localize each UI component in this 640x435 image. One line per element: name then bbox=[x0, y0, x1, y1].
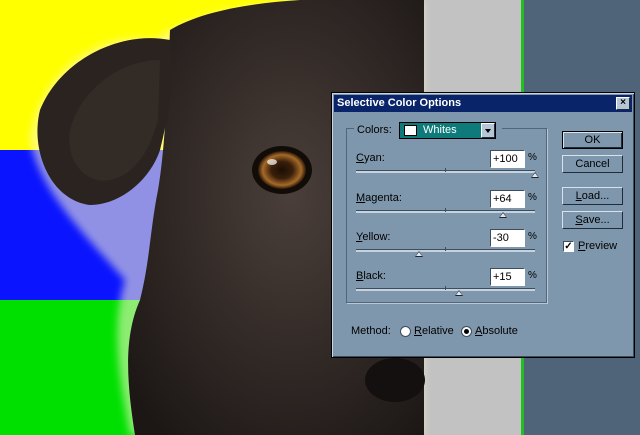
slider-center-tick bbox=[445, 286, 446, 290]
slider-center-tick bbox=[445, 208, 446, 212]
slider-label: Yellow: bbox=[356, 231, 390, 243]
slider-label: Magenta: bbox=[356, 192, 402, 204]
slider-label: Cyan: bbox=[356, 152, 385, 164]
absolute-radio[interactable] bbox=[461, 326, 472, 337]
slider-label-rest: yan: bbox=[363, 152, 385, 164]
selective-color-dialog: Selective Color Options × Colors: Whites… bbox=[331, 92, 635, 358]
radio-selected-dot bbox=[464, 329, 469, 334]
close-button[interactable]: × bbox=[616, 97, 630, 110]
chevron-down-icon[interactable] bbox=[481, 123, 495, 138]
slider-yellow: Yellow: -30 % bbox=[356, 229, 542, 269]
relative-initial: R bbox=[414, 325, 422, 337]
percent-unit: % bbox=[528, 231, 537, 242]
relative-radio[interactable] bbox=[400, 326, 411, 337]
preview-checkbox[interactable]: ✓ bbox=[563, 241, 574, 252]
dialog-title: Selective Color Options bbox=[337, 97, 462, 109]
load-button[interactable]: Load... bbox=[562, 187, 623, 205]
magenta-slider-thumb[interactable] bbox=[498, 212, 507, 218]
dialog-titlebar[interactable]: Selective Color Options × bbox=[334, 95, 632, 112]
black-value-input[interactable]: +15 bbox=[490, 268, 525, 286]
preview-label: Preview bbox=[578, 240, 617, 252]
cancel-button[interactable]: Cancel bbox=[562, 155, 623, 173]
slider-black: Black: +15 % bbox=[356, 268, 542, 308]
preview-rest: review bbox=[585, 240, 618, 252]
magenta-value-input[interactable]: +64 bbox=[490, 190, 525, 208]
slider-center-tick bbox=[445, 247, 446, 251]
slider-center-tick bbox=[445, 168, 446, 172]
slider-label-rest: lack: bbox=[363, 270, 386, 282]
ok-button[interactable]: OK bbox=[562, 131, 623, 149]
close-icon: × bbox=[620, 97, 626, 108]
slider-label-rest: agenta: bbox=[365, 192, 402, 204]
percent-unit: % bbox=[528, 270, 537, 281]
slider-cyan: Cyan: +100 % bbox=[356, 150, 542, 190]
cyan-slider-thumb[interactable] bbox=[531, 172, 539, 178]
method-label: Method: bbox=[351, 325, 391, 337]
absolute-rest: bsolute bbox=[482, 325, 518, 337]
cyan-value-input[interactable]: +100 bbox=[490, 150, 525, 168]
colors-dropdown[interactable]: Whites bbox=[399, 122, 496, 139]
colors-row: Colors: Whites bbox=[354, 122, 502, 139]
load-rest: oad... bbox=[581, 190, 610, 202]
relative-rest: elative bbox=[421, 325, 454, 337]
percent-unit: % bbox=[528, 192, 537, 203]
slider-label-initial: M bbox=[356, 192, 366, 204]
checkmark-icon: ✓ bbox=[564, 241, 573, 252]
color-swatch bbox=[404, 125, 417, 136]
yellow-slider-thumb[interactable] bbox=[414, 251, 423, 257]
colors-label: Colors: bbox=[357, 124, 392, 136]
absolute-label: Absolute bbox=[475, 325, 518, 337]
black-slider-thumb[interactable] bbox=[454, 290, 463, 296]
save-button[interactable]: Save... bbox=[562, 211, 623, 229]
colors-selected-value: Whites bbox=[423, 124, 457, 136]
save-initial: S bbox=[575, 214, 583, 226]
save-rest: ave... bbox=[582, 214, 610, 226]
relative-label: Relative bbox=[414, 325, 454, 337]
slider-label: Black: bbox=[356, 270, 386, 282]
percent-unit: % bbox=[528, 152, 537, 163]
slider-label-initial: C bbox=[356, 152, 364, 164]
slider-label-rest: ellow: bbox=[362, 231, 391, 243]
slider-magenta: Magenta: +64 % bbox=[356, 190, 542, 230]
method-row: Method: Relative Absolute bbox=[351, 324, 551, 340]
yellow-value-input[interactable]: -30 bbox=[490, 229, 525, 247]
